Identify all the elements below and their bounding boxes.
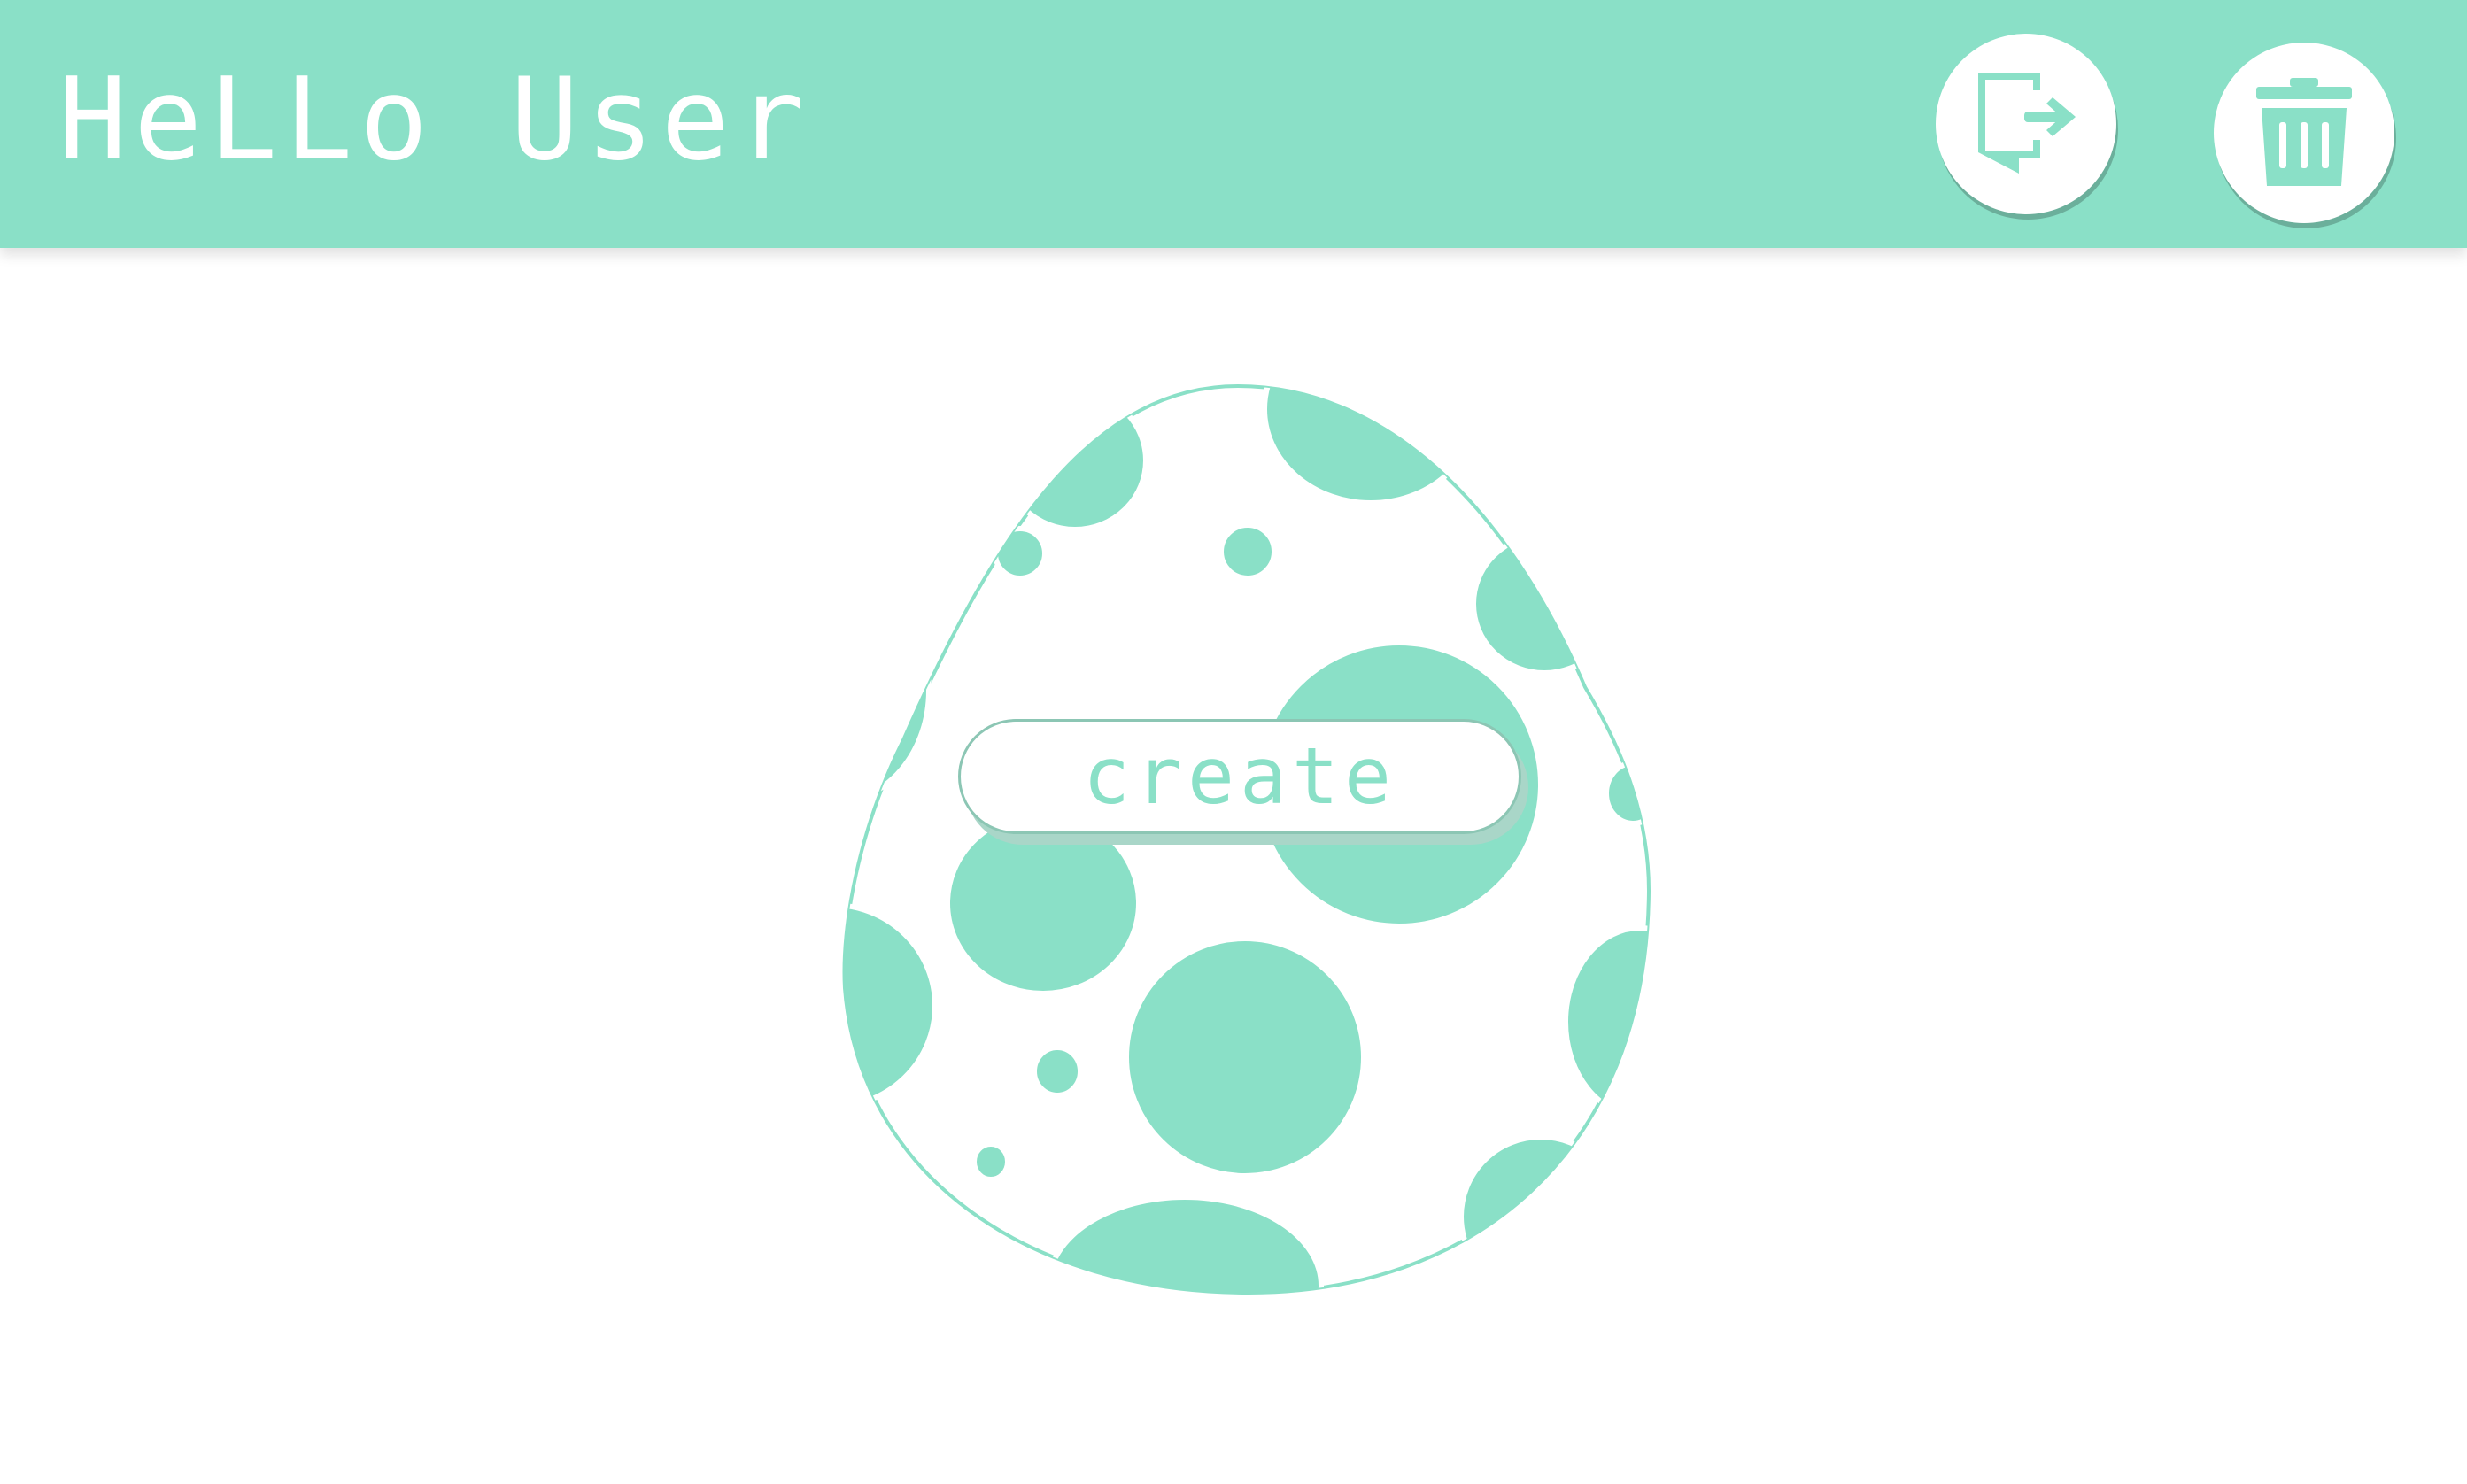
trash-icon [2251, 73, 2357, 193]
logout-button[interactable] [1936, 34, 2116, 214]
create-button[interactable]: create [958, 719, 1521, 834]
logout-icon [1966, 64, 2086, 184]
app-header: HeLLo User [0, 0, 2467, 248]
greeting-title: HeLLo User [58, 54, 812, 186]
delete-button[interactable] [2214, 43, 2394, 223]
egg-illustration [832, 377, 1656, 1298]
